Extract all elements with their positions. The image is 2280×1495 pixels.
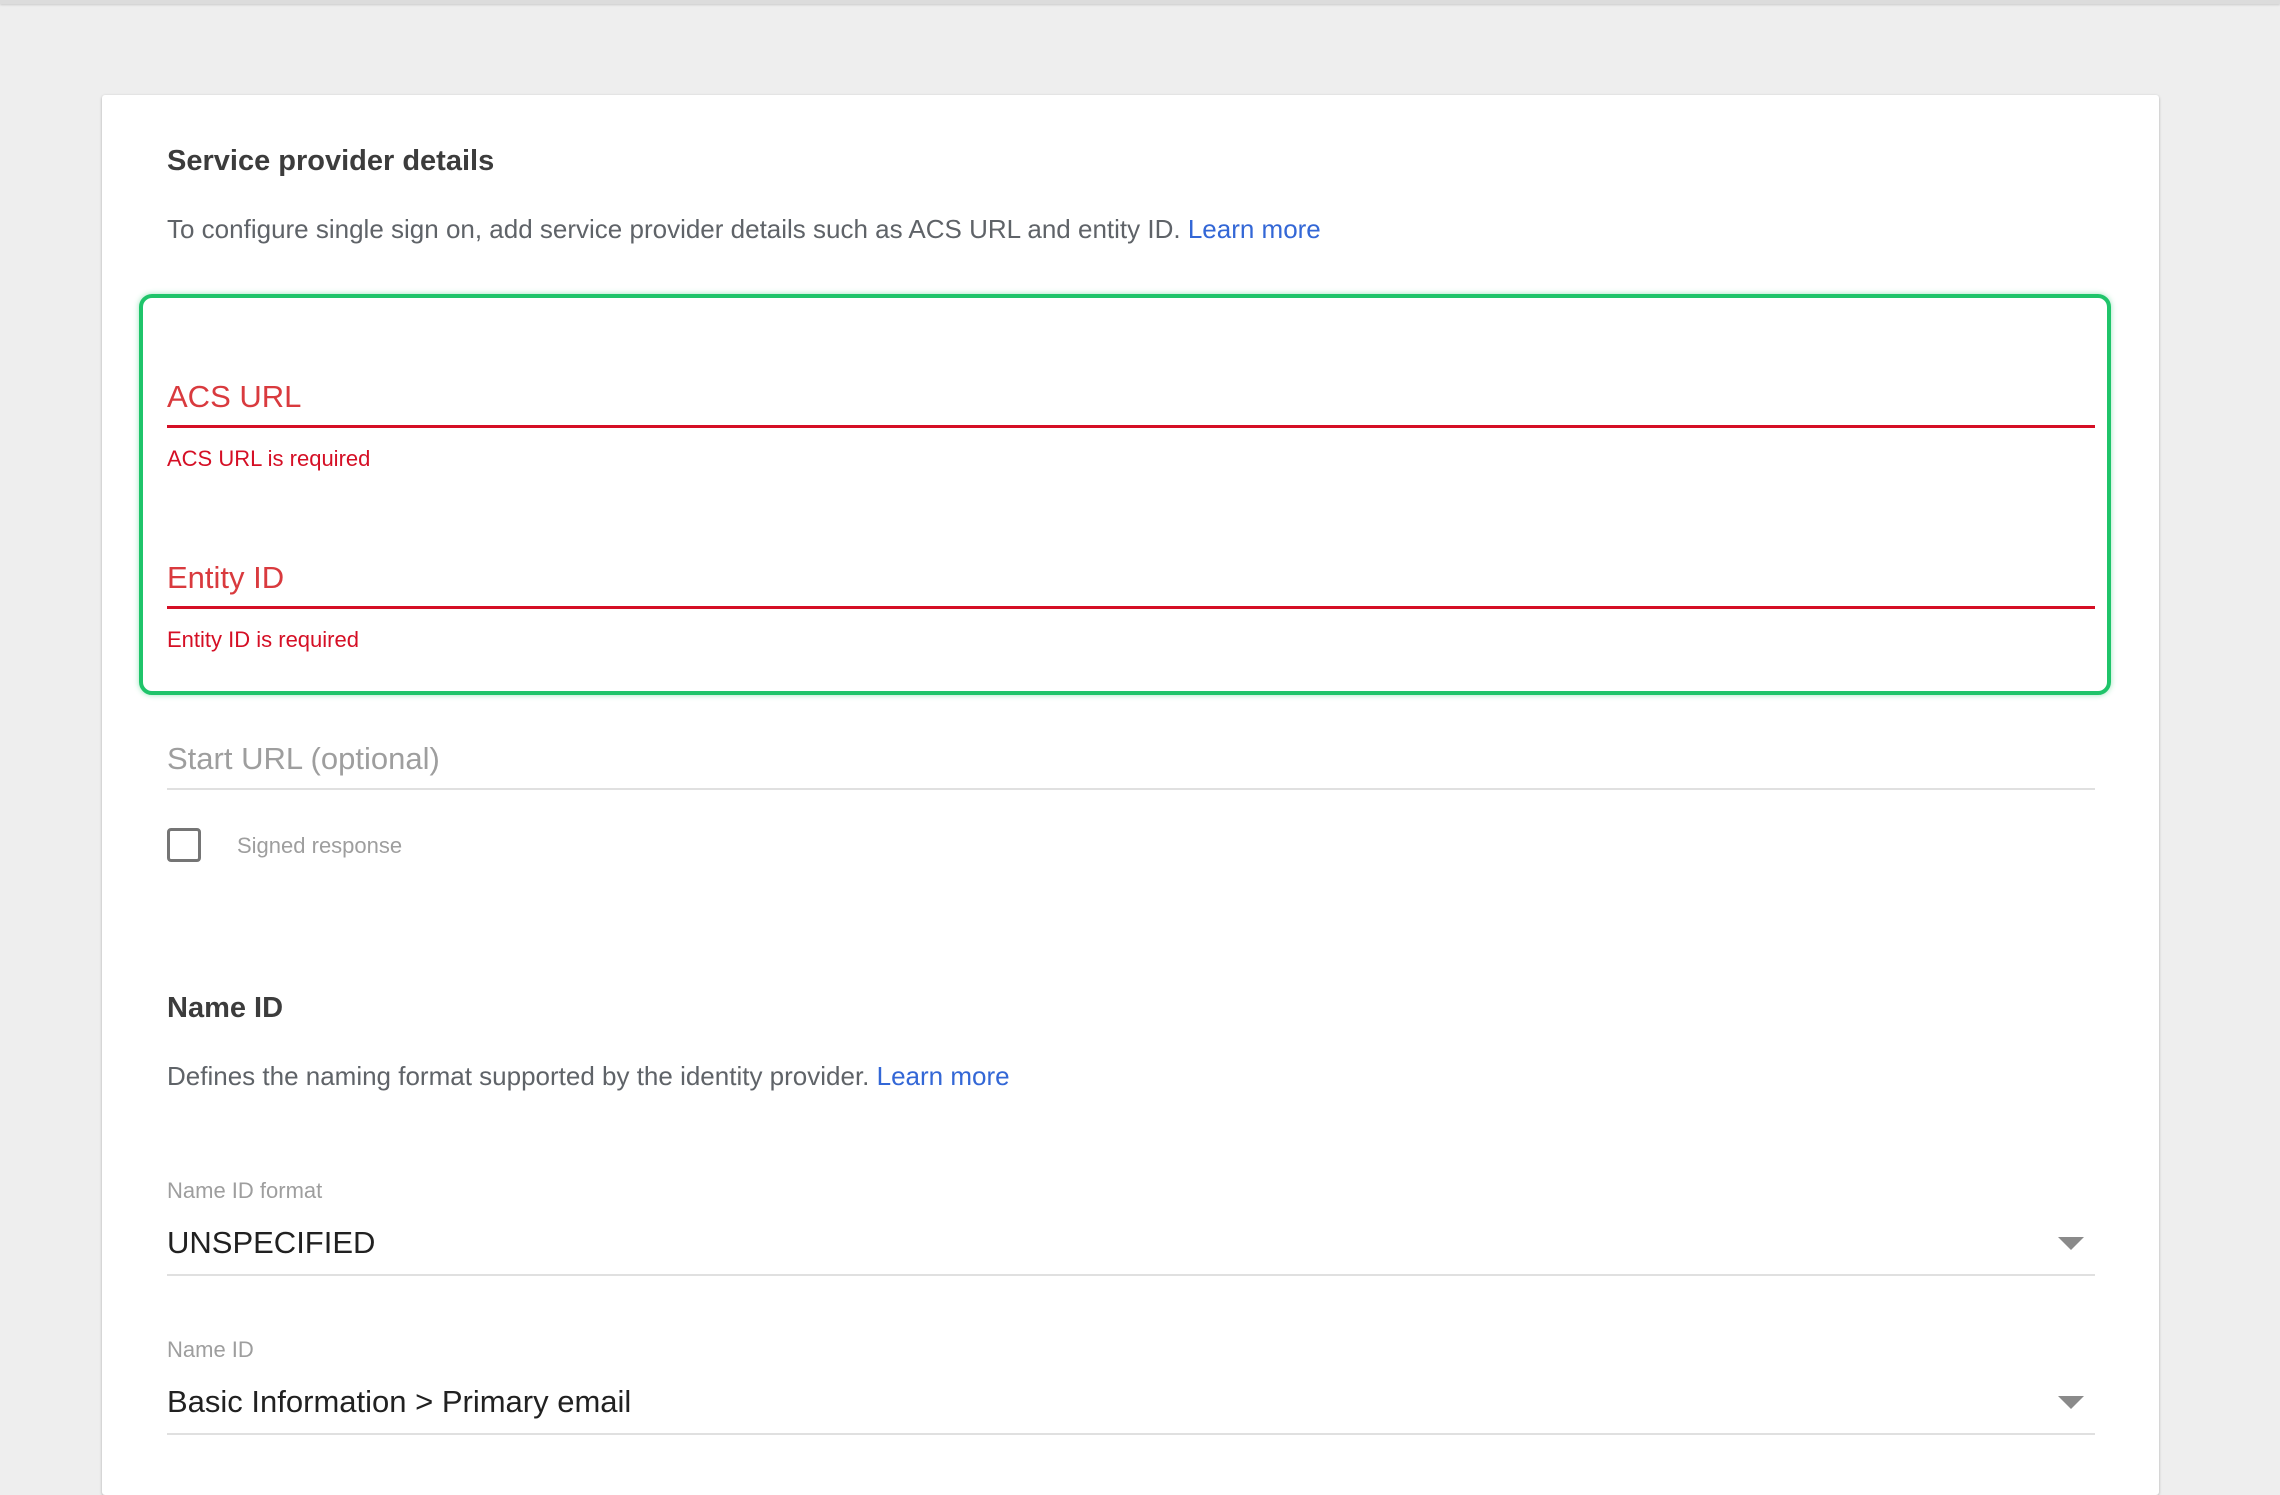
start-url-input[interactable] [167,727,2095,787]
entity-id-input[interactable] [167,545,2095,605]
service-provider-description: To configure single sign on, add service… [167,214,1321,245]
acs-url-underline [167,425,2095,428]
top-app-bar-edge [0,0,2280,4]
name-id-select[interactable]: Basic Information > Primary email [167,1376,2095,1432]
entity-id-underline [167,606,2095,609]
entity-id-error: Entity ID is required [167,627,359,652]
name-id-label: Name ID [167,1337,254,1362]
name-id-section-title: Name ID [167,992,284,1024]
name-id-value: Basic Information > Primary email [167,1384,632,1419]
name-id-format-value: UNSPECIFIED [167,1225,376,1260]
service-provider-learn-more-link[interactable]: Learn more [1188,214,1321,244]
caret-down-icon [2058,1237,2084,1250]
name-id-format-select[interactable]: UNSPECIFIED [167,1217,2095,1273]
signed-response-label[interactable]: Signed response [237,833,402,859]
acs-url-input[interactable] [167,365,2095,425]
name-id-format-underline [167,1274,2095,1276]
name-id-learn-more-link[interactable]: Learn more [877,1061,1010,1091]
acs-url-error: ACS URL is required [167,446,371,471]
start-url-underline [167,788,2095,790]
service-provider-title: Service provider details [167,145,495,177]
name-id-description: Defines the naming format supported by t… [167,1061,1010,1092]
required-fields-highlight [139,294,2111,695]
name-id-format-label: Name ID format [167,1178,323,1203]
name-id-underline [167,1433,2095,1435]
service-provider-description-text: To configure single sign on, add service… [167,214,1181,244]
name-id-description-text: Defines the naming format supported by t… [167,1061,870,1091]
caret-down-icon [2058,1396,2084,1409]
settings-card: Service provider details To configure si… [102,95,2159,1495]
signed-response-checkbox[interactable] [167,828,201,862]
